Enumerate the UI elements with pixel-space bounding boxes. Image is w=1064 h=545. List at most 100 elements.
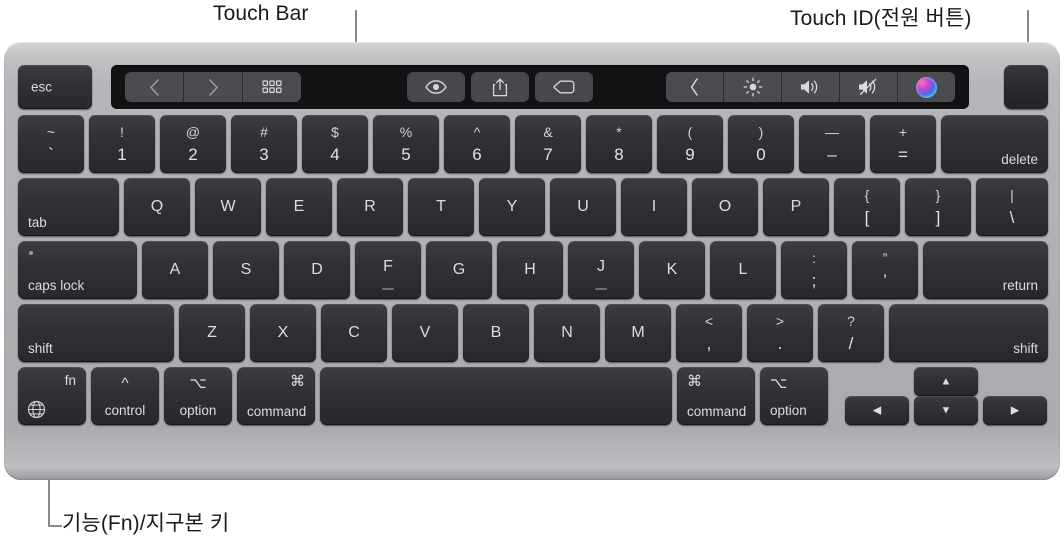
forward-icon[interactable] (184, 72, 243, 102)
key-3[interactable]: # 3 (231, 115, 297, 173)
key-caps-lock[interactable]: caps lock (18, 241, 137, 299)
option-glyph-icon: ⌥ (189, 375, 207, 392)
key-semicolon[interactable]: : ; (781, 241, 847, 299)
option-right-glyph-icon: ⌥ (770, 375, 788, 392)
expand-control-strip-icon[interactable] (666, 72, 724, 102)
back-icon[interactable] (125, 72, 184, 102)
key-g[interactable]: G (426, 241, 492, 299)
key-esc-label: esc (31, 79, 53, 95)
key-period[interactable]: > . (747, 304, 813, 362)
key-i[interactable]: I (621, 178, 687, 236)
key-p[interactable]: P (763, 178, 829, 236)
arrow-left-icon: ◀ (872, 404, 882, 416)
key-5[interactable]: % 5 (373, 115, 439, 173)
key-4[interactable]: $ 4 (302, 115, 368, 173)
key-l[interactable]: L (710, 241, 776, 299)
key-return[interactable]: return (923, 241, 1048, 299)
touch-bar-left-group (125, 72, 301, 102)
key-bracket-right[interactable]: } ] (905, 178, 971, 236)
key-h[interactable]: H (497, 241, 563, 299)
key-arrow-down[interactable]: ▼ (914, 396, 978, 425)
key-arrow-up[interactable]: ▲ (914, 367, 978, 396)
key-d[interactable]: D (284, 241, 350, 299)
key-shift-right[interactable]: shift (889, 304, 1048, 362)
key-w[interactable]: W (195, 178, 261, 236)
arrow-right-icon: ▶ (1010, 404, 1020, 416)
key-delete-label: delete (1001, 151, 1038, 167)
key-2[interactable]: @ 2 (160, 115, 226, 173)
key-y[interactable]: Y (479, 178, 545, 236)
touch-bar-middle-group (407, 72, 599, 102)
key-backtick[interactable]: ~ ` (18, 115, 84, 173)
key-quote[interactable]: ” ’ (852, 241, 918, 299)
key-minus[interactable]: — – (799, 115, 865, 173)
key-control[interactable]: ^ control (91, 367, 159, 425)
key-command-left[interactable]: ⌘ command (237, 367, 315, 425)
key-b[interactable]: B (463, 304, 529, 362)
caps-lock-indicator-icon (29, 251, 33, 255)
key-u[interactable]: U (550, 178, 616, 236)
key-e[interactable]: E (266, 178, 332, 236)
key-caps-lock-label: caps lock (28, 277, 85, 293)
key-8[interactable]: * 8 (586, 115, 652, 173)
key-k[interactable]: K (639, 241, 705, 299)
key-equals[interactable]: + = (870, 115, 936, 173)
key-option-left[interactable]: ⌥ option (164, 367, 232, 425)
macbook-keyboard-body: esc ~ ` ! 1 @ 2 # 3 $ 4 % 5 ^ 6 & 7 * 8 … (4, 42, 1060, 480)
key-backtick-labels: ~ ` (46, 124, 56, 164)
key-j[interactable]: J (568, 241, 634, 299)
key-tab[interactable]: tab (18, 178, 119, 236)
command-right-glyph-icon: ⌘ (687, 373, 702, 390)
key-fn-label: fn (64, 373, 76, 388)
brightness-icon[interactable] (724, 72, 782, 102)
key-r[interactable]: R (337, 178, 403, 236)
key-fn-globe[interactable]: fn (18, 367, 86, 425)
key-shift-right-label: shift (1013, 340, 1038, 356)
key-6[interactable]: ^ 6 (444, 115, 510, 173)
key-esc[interactable]: esc (18, 65, 92, 109)
key-command-left-label: command (247, 403, 307, 419)
key-tab-label: tab (28, 214, 47, 230)
key-f[interactable]: F (355, 241, 421, 299)
touch-bar[interactable] (111, 65, 969, 109)
key-0[interactable]: ) 0 (728, 115, 794, 173)
key-arrow-left[interactable]: ◀ (845, 396, 909, 425)
key-n[interactable]: N (534, 304, 600, 362)
key-command-right[interactable]: ⌘ command (677, 367, 755, 425)
share-icon[interactable] (471, 72, 529, 102)
key-1[interactable]: ! 1 (89, 115, 155, 173)
key-s[interactable]: S (213, 241, 279, 299)
key-return-label: return (1002, 277, 1038, 293)
mute-icon[interactable] (840, 72, 898, 102)
key-option-right[interactable]: ⌥ option (760, 367, 828, 425)
touch-id-power-button[interactable] (1004, 65, 1048, 109)
key-delete[interactable]: delete (941, 115, 1048, 173)
key-bracket-left[interactable]: { [ (834, 178, 900, 236)
key-9[interactable]: ( 9 (657, 115, 723, 173)
key-space[interactable] (320, 367, 672, 425)
callout-touch-id: Touch ID(전원 버튼) (790, 7, 972, 30)
key-arrow-right[interactable]: ▶ (983, 396, 1047, 425)
key-c[interactable]: C (321, 304, 387, 362)
key-q[interactable]: Q (124, 178, 190, 236)
siri-icon[interactable] (898, 72, 955, 102)
key-m[interactable]: M (605, 304, 671, 362)
key-t[interactable]: T (408, 178, 474, 236)
tag-icon[interactable] (535, 72, 593, 102)
key-o[interactable]: O (692, 178, 758, 236)
key-z[interactable]: Z (179, 304, 245, 362)
grid-view-icon[interactable] (243, 72, 301, 102)
key-slash[interactable]: ? / (818, 304, 884, 362)
control-chevron-icon: ^ (121, 375, 129, 392)
volume-up-icon[interactable] (782, 72, 840, 102)
globe-icon (27, 400, 46, 419)
key-comma[interactable]: < , (676, 304, 742, 362)
key-7[interactable]: & 7 (515, 115, 581, 173)
key-x[interactable]: X (250, 304, 316, 362)
quick-look-icon[interactable] (407, 72, 465, 102)
key-v[interactable]: V (392, 304, 458, 362)
key-command-right-label: command (687, 403, 747, 419)
key-shift-left[interactable]: shift (18, 304, 174, 362)
key-backslash[interactable]: | \ (976, 178, 1048, 236)
key-a[interactable]: A (142, 241, 208, 299)
